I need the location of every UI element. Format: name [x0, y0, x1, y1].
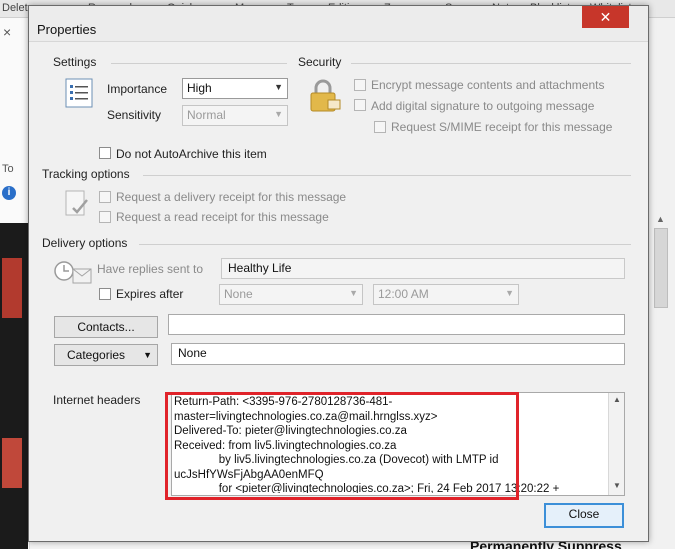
contacts-button[interactable]: Contacts... — [54, 316, 158, 338]
delivery-clock-icon — [54, 261, 92, 284]
importance-label: Importance — [107, 82, 168, 96]
importance-value: High — [187, 81, 212, 95]
expires-time-value: 12:00 AM — [378, 287, 429, 301]
security-section-label: Security — [298, 55, 342, 69]
encrypt-label: Encrypt message contents and attachments — [371, 78, 605, 92]
contacts-field[interactable] — [168, 314, 625, 335]
tracking-section-label: Tracking options — [42, 167, 130, 181]
chevron-down-icon: ▼ — [505, 288, 514, 298]
read-receipt-label: Request a read receipt for this message — [116, 210, 329, 224]
chevron-down-icon: ▼ — [274, 82, 283, 92]
background-scrollbar-thumb[interactable] — [654, 228, 668, 308]
scroll-down-icon[interactable]: ▼ — [613, 481, 621, 490]
expires-after-checkbox[interactable] — [99, 288, 111, 300]
tracking-divider — [143, 175, 631, 176]
categories-button-label: Categories — [67, 348, 126, 362]
message-image-block — [2, 258, 22, 318]
sensitivity-select[interactable]: Normal ▼ — [182, 105, 288, 126]
smime-receipt-checkbox[interactable] — [374, 121, 386, 133]
delivery-section-label: Delivery options — [42, 236, 128, 250]
dialog-titlebar[interactable]: Properties ✕ — [29, 6, 648, 42]
properties-list-icon — [65, 78, 93, 108]
scroll-up-icon[interactable]: ▲ — [656, 214, 665, 224]
headers-scrollbar[interactable]: ▲ ▼ — [608, 393, 624, 495]
delivery-receipt-label: Request a delivery receipt for this mess… — [116, 190, 347, 204]
read-receipt-checkbox[interactable] — [99, 211, 111, 223]
expires-after-label: Expires after — [116, 287, 184, 301]
delivery-receipt-checkbox[interactable] — [99, 191, 111, 203]
autoarchive-checkbox[interactable] — [99, 147, 111, 159]
have-replies-label: Have replies sent to — [97, 262, 204, 276]
importance-select[interactable]: High ▼ — [182, 78, 288, 99]
background-scroll-area: ▲ — [648, 18, 675, 549]
scroll-up-icon[interactable]: ▲ — [613, 395, 621, 404]
digital-signature-checkbox[interactable] — [354, 99, 366, 111]
tracking-icon — [65, 190, 88, 216]
expires-time-select[interactable]: 12:00 AM ▼ — [373, 284, 519, 305]
sensitivity-label: Sensitivity — [107, 108, 162, 122]
replies-to-field[interactable]: Healthy Life — [221, 258, 625, 279]
settings-divider — [111, 63, 287, 64]
security-divider — [351, 63, 631, 64]
sensitivity-value: Normal — [187, 108, 226, 122]
expires-date-value: None — [224, 287, 253, 301]
settings-section-label: Settings — [53, 55, 97, 69]
highlight-annotation-box — [165, 392, 519, 500]
internet-headers-label: Internet headers — [53, 393, 141, 407]
replies-to-value: Healthy Life — [228, 261, 292, 275]
close-icon[interactable]: × — [3, 24, 11, 40]
autoarchive-label: Do not AutoArchive this item — [116, 147, 267, 161]
chevron-down-icon: ▼ — [143, 350, 152, 360]
digital-signature-label: Add digital signature to outgoing messag… — [371, 99, 595, 113]
expires-date-select[interactable]: None ▼ — [219, 284, 363, 305]
dialog-title: Properties — [37, 22, 97, 37]
to-label: To — [2, 163, 14, 175]
encrypt-checkbox[interactable] — [354, 79, 366, 91]
close-button[interactable]: Close — [544, 503, 624, 528]
background-message-pane: × To i — [0, 18, 30, 549]
close-icon[interactable]: ✕ — [582, 6, 629, 28]
delivery-divider — [139, 244, 631, 245]
categories-field[interactable]: None — [171, 343, 625, 365]
lock-icon — [310, 79, 341, 112]
info-icon: i — [2, 186, 16, 200]
categories-value: None — [178, 346, 207, 360]
smime-receipt-label: Request S/MIME receipt for this message — [391, 120, 613, 134]
categories-button[interactable]: Categories ▼ — [54, 344, 158, 366]
properties-dialog: Properties ✕ Settings Importance High ▼ … — [28, 5, 649, 542]
chevron-down-icon: ▼ — [349, 288, 358, 298]
message-image-block — [2, 438, 22, 488]
chevron-down-icon: ▼ — [274, 109, 283, 119]
